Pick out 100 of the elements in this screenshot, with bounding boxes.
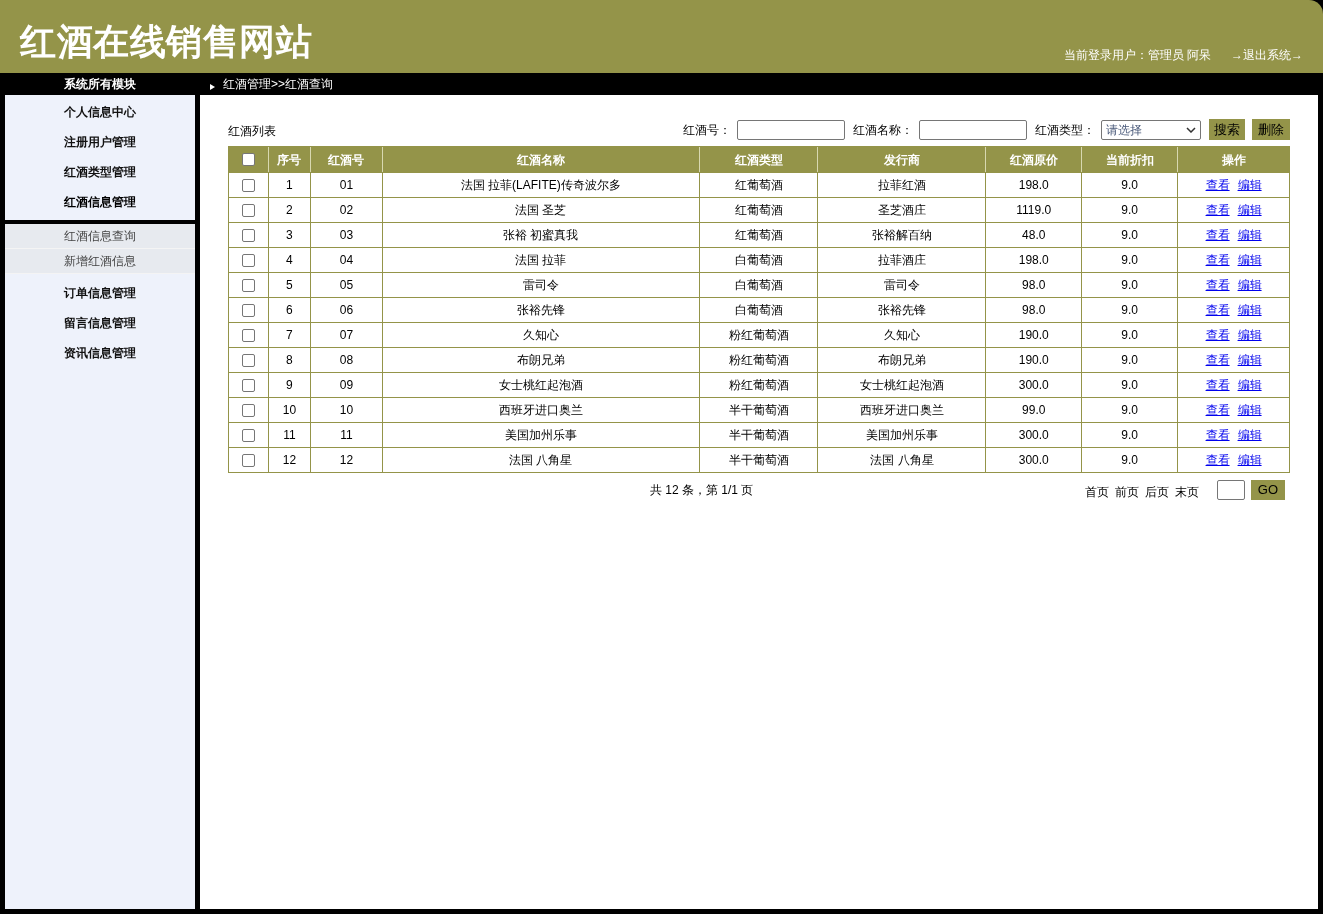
table-cell: 9.0 bbox=[1082, 423, 1179, 447]
submenu-item[interactable]: 红酒信息查询 bbox=[5, 224, 195, 249]
table-cell: 11 bbox=[310, 423, 383, 447]
checkbox[interactable] bbox=[242, 153, 255, 166]
page-number-field[interactable] bbox=[1216, 480, 1245, 500]
table-cell: 美国加州乐事 bbox=[818, 423, 987, 447]
checkbox[interactable] bbox=[242, 203, 255, 217]
table-cell: 红葡萄酒 bbox=[699, 173, 819, 197]
wine-name-field[interactable] bbox=[919, 119, 1027, 140]
action-link[interactable]: 编辑 bbox=[1237, 426, 1262, 444]
action-link[interactable]: 查看 bbox=[1205, 351, 1230, 369]
column-header: 当前折扣 bbox=[1082, 147, 1179, 172]
table-cell: 08 bbox=[310, 348, 383, 372]
checkbox[interactable] bbox=[242, 378, 255, 392]
action-link[interactable]: 编辑 bbox=[1237, 201, 1262, 219]
table-cell: 白葡萄酒 bbox=[699, 298, 819, 322]
current-user-text: 当前登录用户：管理员 阿呆 bbox=[1063, 47, 1211, 64]
checkbox[interactable] bbox=[242, 178, 255, 192]
table-cell: 雷司令 bbox=[382, 273, 700, 297]
table-cell: 03 bbox=[310, 223, 383, 247]
column-header: 红酒原价 bbox=[986, 147, 1083, 172]
action-link[interactable]: 编辑 bbox=[1237, 351, 1262, 369]
wine-type-label: 红酒类型： bbox=[1035, 121, 1095, 139]
sidebar-item[interactable]: 订单信息管理 bbox=[5, 278, 195, 308]
action-link[interactable]: 查看 bbox=[1205, 376, 1230, 394]
table-cell: 98.0 bbox=[986, 273, 1083, 297]
action-link[interactable]: 查看 bbox=[1205, 251, 1230, 269]
sidebar-item[interactable]: 资讯信息管理 bbox=[5, 338, 195, 368]
search-button[interactable]: 搜索 bbox=[1209, 119, 1245, 140]
submenu-item[interactable]: 新增红酒信息 bbox=[5, 249, 195, 274]
table-cell: 张裕解百纳 bbox=[818, 223, 987, 247]
table-cell: 06 bbox=[310, 298, 383, 322]
action-link[interactable]: 编辑 bbox=[1237, 176, 1262, 194]
checkbox[interactable] bbox=[242, 228, 255, 242]
table-cell: 9.0 bbox=[1082, 373, 1179, 397]
action-link[interactable]: 查看 bbox=[1205, 201, 1230, 219]
checkbox[interactable] bbox=[242, 253, 255, 267]
pagination-link[interactable]: 首页 bbox=[1084, 483, 1109, 501]
sidebar-item[interactable]: 留言信息管理 bbox=[5, 308, 195, 338]
sidebar-item[interactable]: 红酒类型管理 bbox=[5, 157, 195, 187]
table-cell: 98.0 bbox=[986, 298, 1083, 322]
pagination-link[interactable]: 后页 bbox=[1144, 483, 1169, 501]
table-cell: 法国 拉菲(LAFITE)传奇波尔多 bbox=[382, 173, 700, 197]
table-cell: 07 bbox=[310, 323, 383, 347]
action-link[interactable]: 查看 bbox=[1205, 326, 1230, 344]
table-cell: 9.0 bbox=[1082, 248, 1179, 272]
table-cell: 法国 拉菲 bbox=[382, 248, 700, 272]
table-cell: 布朗兄弟 bbox=[818, 348, 987, 372]
table-cell: 白葡萄酒 bbox=[699, 248, 819, 272]
table-cell: 白葡萄酒 bbox=[699, 273, 819, 297]
action-link[interactable]: 编辑 bbox=[1237, 401, 1262, 419]
sidebar-item[interactable]: 个人信息中心 bbox=[5, 97, 195, 127]
sidebar-item[interactable]: 红酒信息管理 bbox=[5, 187, 195, 217]
action-link[interactable]: 编辑 bbox=[1237, 226, 1262, 244]
table-cell: 雷司令 bbox=[818, 273, 987, 297]
table-cell: 9.0 bbox=[1082, 298, 1179, 322]
table-cell: 12 bbox=[268, 448, 311, 472]
table-cell: 西班牙进口奥兰 bbox=[382, 398, 700, 422]
table-cell: 11 bbox=[268, 423, 311, 447]
table-cell: 圣芝酒庄 bbox=[818, 198, 987, 222]
action-link[interactable]: 查看 bbox=[1205, 426, 1230, 444]
wine-type-select[interactable]: 请选择 bbox=[1101, 119, 1201, 140]
checkbox[interactable] bbox=[242, 278, 255, 292]
table-cell: 张裕先锋 bbox=[382, 298, 700, 322]
checkbox[interactable] bbox=[242, 428, 255, 442]
checkbox[interactable] bbox=[242, 403, 255, 417]
pagination-link[interactable]: 前页 bbox=[1114, 483, 1139, 501]
table-cell: 女士桃红起泡酒 bbox=[382, 373, 700, 397]
action-link[interactable]: 查看 bbox=[1205, 276, 1230, 294]
action-link[interactable]: 编辑 bbox=[1237, 251, 1262, 269]
action-link[interactable]: 查看 bbox=[1205, 401, 1230, 419]
table-cell: 9.0 bbox=[1082, 323, 1179, 347]
delete-button[interactable]: 删除 bbox=[1252, 119, 1290, 140]
action-link[interactable]: 查看 bbox=[1205, 301, 1230, 319]
wine-no-field[interactable] bbox=[737, 119, 845, 140]
table-cell: 女士桃红起泡酒 bbox=[818, 373, 987, 397]
action-link[interactable]: 查看 bbox=[1205, 451, 1230, 469]
pagination-link[interactable]: 末页 bbox=[1174, 483, 1199, 501]
action-link[interactable]: 查看 bbox=[1205, 176, 1230, 194]
action-link[interactable]: 编辑 bbox=[1237, 326, 1262, 344]
table-cell: 12 bbox=[310, 448, 383, 472]
checkbox[interactable] bbox=[242, 303, 255, 317]
action-link[interactable]: 编辑 bbox=[1237, 376, 1262, 394]
go-button[interactable]: GO bbox=[1250, 480, 1285, 500]
action-link[interactable]: 编辑 bbox=[1237, 451, 1262, 469]
action-link[interactable]: 查看 bbox=[1205, 226, 1230, 244]
checkbox[interactable] bbox=[242, 353, 255, 367]
checkbox[interactable] bbox=[242, 453, 255, 467]
table-cell: 9.0 bbox=[1082, 198, 1179, 222]
table-cell: 6 bbox=[268, 298, 311, 322]
table-cell: 5 bbox=[268, 273, 311, 297]
table-cell: 3 bbox=[268, 223, 311, 247]
chevron-down-icon bbox=[1186, 126, 1196, 133]
checkbox[interactable] bbox=[242, 328, 255, 342]
action-link[interactable]: 编辑 bbox=[1237, 301, 1262, 319]
table-cell: 48.0 bbox=[986, 223, 1083, 247]
sidebar-item[interactable]: 注册用户管理 bbox=[5, 127, 195, 157]
table-cell: 1119.0 bbox=[986, 198, 1083, 222]
action-link[interactable]: 编辑 bbox=[1237, 276, 1262, 294]
table-cell: 2 bbox=[268, 198, 311, 222]
